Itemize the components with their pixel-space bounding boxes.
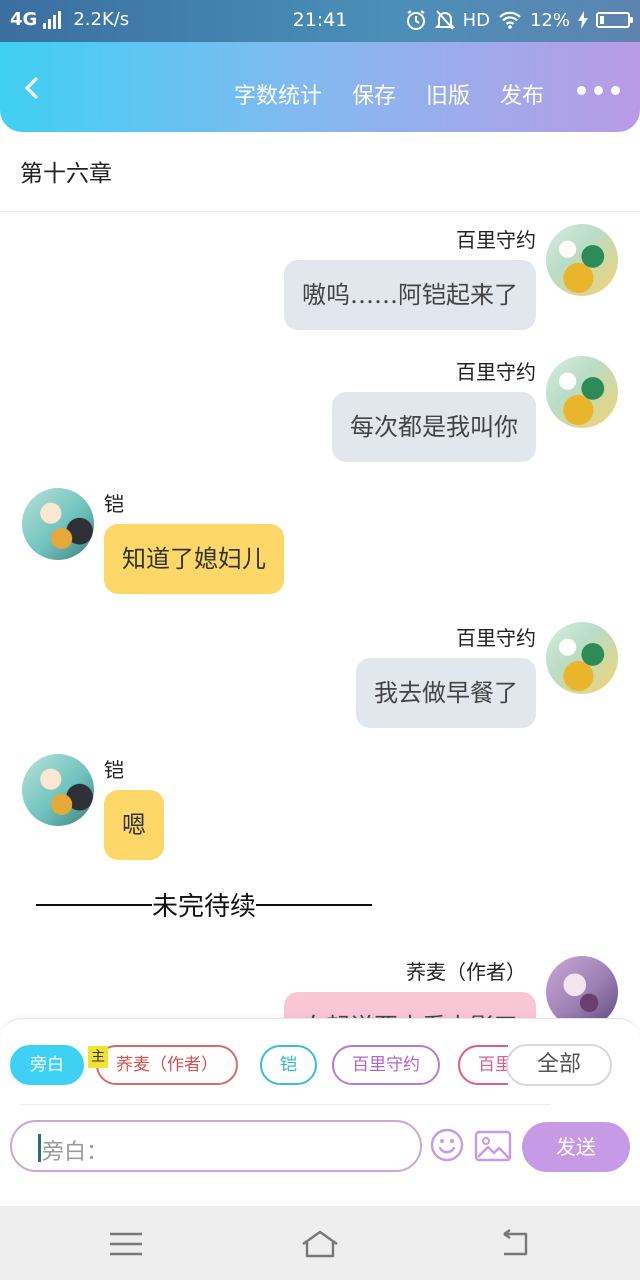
speaker-name: 百里守约 [456, 360, 536, 384]
mute-bell-icon [434, 10, 455, 30]
system-nav-bar [0, 1206, 640, 1280]
avatar[interactable] [22, 754, 94, 826]
role-chip-baili[interactable]: 百里守约 [332, 1045, 440, 1085]
avatar[interactable] [22, 488, 94, 560]
role-chip-narrator[interactable]: 旁白 [10, 1045, 84, 1085]
status-bar: 4G 2.2K/s 21:41 HD 12% [0, 0, 640, 42]
main-role-tag: 主 [88, 1046, 108, 1068]
to-be-continued-text: 未完待续 [152, 892, 257, 922]
text-caret [38, 1134, 41, 1162]
status-right: HD 12% [405, 9, 633, 31]
role-selector[interactable]: 旁白 荞麦（作者） 铠 百里守约 百里守约 [10, 1045, 508, 1089]
chat-message: 百里守约 每次都是我叫你 [0, 344, 640, 464]
message-bubble[interactable]: 知道了媳妇儿 [104, 524, 284, 594]
save-button[interactable]: 保存 [352, 78, 396, 110]
hd-label: HD [462, 9, 490, 31]
battery-percent: 12% [529, 9, 570, 31]
message-bubble[interactable]: 白起说要去看电影了 [284, 992, 536, 1018]
charging-icon [578, 11, 588, 29]
image-icon[interactable] [474, 1130, 512, 1162]
publish-button[interactable]: 发布 [500, 78, 544, 110]
chat-message: 铠 嗯 [0, 744, 640, 864]
message-bubble[interactable]: 我去做早餐了 [356, 658, 536, 728]
message-input[interactable]: 旁白： [10, 1120, 422, 1172]
panel-divider [20, 1104, 550, 1105]
speaker-name: 百里守约 [456, 228, 536, 252]
speaker-name: 荞麦（作者） [406, 960, 526, 984]
chat-message: 铠 知道了媳妇儿 [0, 478, 640, 598]
battery-icon [596, 12, 633, 28]
back-nav-icon[interactable] [496, 1228, 536, 1260]
message-bubble[interactable]: 嗷呜……阿铠起来了 [284, 260, 536, 330]
message-bubble[interactable]: 嗯 [104, 790, 164, 860]
word-count-button[interactable]: 字数统计 [234, 78, 322, 110]
bottom-spacer [0, 1174, 640, 1206]
wifi-icon [499, 11, 521, 29]
avatar[interactable] [546, 956, 618, 1018]
role-chip-kai[interactable]: 铠 [260, 1045, 317, 1085]
header-actions: 字数统计 保存 旧版 发布 [234, 78, 544, 110]
avatar[interactable] [546, 224, 618, 296]
send-button[interactable]: 发送 [522, 1122, 630, 1172]
role-chip-author[interactable]: 荞麦（作者） [96, 1045, 238, 1085]
emoji-icon[interactable] [430, 1128, 464, 1162]
message-bubble[interactable]: 每次都是我叫你 [332, 392, 536, 462]
rule-right [256, 903, 373, 906]
home-icon[interactable] [300, 1228, 340, 1260]
editor-header: 字数统计 保存 旧版 发布 [0, 42, 640, 132]
speaker-name: 铠 [104, 492, 124, 516]
avatar[interactable] [546, 622, 618, 694]
chat-message: 百里守约 嗷呜……阿铠起来了 [0, 212, 640, 332]
menu-icon[interactable] [106, 1228, 146, 1260]
role-chip-baili-2[interactable]: 百里守约 [458, 1045, 508, 1085]
avatar[interactable] [546, 356, 618, 428]
speaker-name: 铠 [104, 758, 124, 782]
input-placeholder: 旁白： [42, 1140, 109, 1165]
alarm-icon [406, 10, 425, 30]
rule-left [36, 903, 152, 906]
chapter-title[interactable]: 第十六章 [20, 154, 112, 188]
chat-message: 荞麦（作者） 白起说要去看电影了 [0, 944, 640, 1018]
chat-message: 百里守约 我去做早餐了 [0, 610, 640, 730]
speaker-name: 百里守约 [456, 626, 536, 650]
chat-area[interactable]: 百里守约 嗷呜……阿铠起来了 百里守约 每次都是我叫你 铠 知道了媳妇儿 百里守… [0, 212, 640, 1018]
to-be-continued: 未完待续 [36, 886, 373, 923]
more-dots-icon[interactable] [577, 86, 620, 95]
all-roles-button[interactable]: 全部 [506, 1044, 612, 1086]
old-version-button[interactable]: 旧版 [426, 78, 470, 110]
back-button[interactable] [20, 76, 44, 100]
